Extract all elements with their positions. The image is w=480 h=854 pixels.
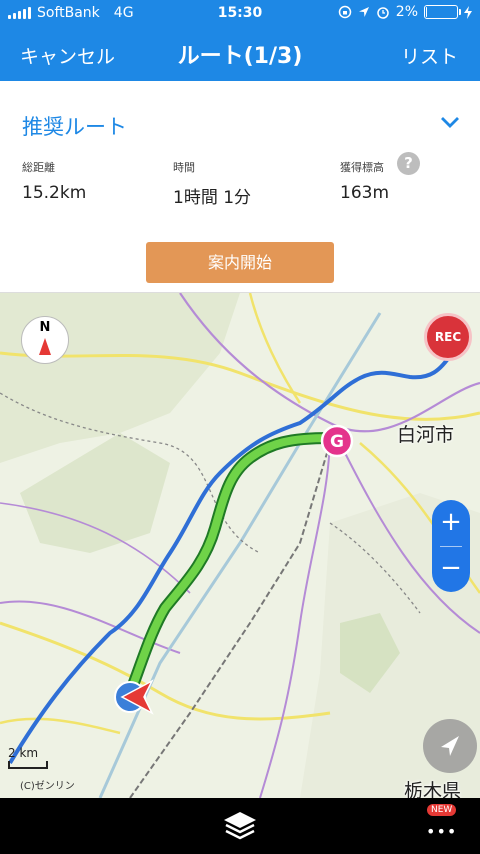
start-guidance-button[interactable]: 案内開始 xyxy=(146,242,334,283)
elevation-value: 163m xyxy=(340,183,390,203)
navigation-arrow-icon xyxy=(441,736,459,756)
compass-north-label: N xyxy=(39,320,51,335)
route-name[interactable]: 推奨ルート xyxy=(22,111,127,141)
elevation-label: 獲得標高 xyxy=(340,161,384,174)
cancel-button[interactable]: キャンセル xyxy=(20,42,115,69)
distance-label: 総距離 xyxy=(22,161,55,174)
more-menu-button[interactable]: NEW ••• xyxy=(420,804,460,846)
chevron-down-icon[interactable] xyxy=(440,115,460,129)
orientation-lock-icon xyxy=(338,5,352,19)
charging-bolt-icon xyxy=(464,5,472,19)
scale-label: 2 km xyxy=(8,746,39,760)
layers-icon[interactable] xyxy=(220,809,260,843)
prefecture-label: 栃木県 xyxy=(404,780,462,798)
zoom-out-button[interactable]: − xyxy=(432,546,470,592)
status-bar: SoftBank 4G 15:30 2% xyxy=(0,0,480,26)
time-label: 時間 xyxy=(173,161,195,174)
zoom-control: + − xyxy=(432,500,470,592)
zoom-in-button[interactable]: + xyxy=(432,500,470,546)
location-arrow-icon xyxy=(358,7,369,17)
distance-value: 15.2km xyxy=(22,183,87,203)
elevation-stat: 獲得標高 163m xyxy=(340,159,389,203)
map-copyright: (C)ゼンリン xyxy=(20,781,75,792)
more-dots-icon: ••• xyxy=(426,822,458,841)
map-canvas xyxy=(0,293,480,798)
compass-needle-icon xyxy=(39,338,51,355)
current-location-button[interactable] xyxy=(423,719,477,773)
battery-percent: 2% xyxy=(395,4,418,20)
map-view[interactable]: G 白河市 栃木県 N REC + − 2 km (C)ゼンリン xyxy=(0,293,480,798)
bottom-toolbar: NEW ••• xyxy=(0,798,480,854)
battery-icon xyxy=(424,5,461,19)
record-button[interactable]: REC xyxy=(424,313,472,361)
top-bar: SoftBank 4G 15:30 2% キャンセル ルート(1/3) リスト xyxy=(0,0,480,81)
scale-bar xyxy=(8,761,48,769)
time-stat: 時間 1時間 1分 xyxy=(173,159,251,208)
goal-marker[interactable]: G xyxy=(320,424,354,458)
compass-button[interactable]: N xyxy=(21,316,69,364)
new-badge: NEW xyxy=(427,804,457,816)
route-summary-panel: 推奨ルート 河市 総距離 15.2km 時間 1時間 1分 獲得標高 163m … xyxy=(0,81,480,293)
goal-label: G xyxy=(330,432,344,452)
help-icon[interactable]: ? xyxy=(397,152,420,175)
list-button[interactable]: リスト xyxy=(401,42,458,69)
time-value: 1時間 1分 xyxy=(173,188,252,208)
alarm-icon xyxy=(377,7,389,19)
navigation-bar: キャンセル ルート(1/3) リスト xyxy=(0,26,480,81)
city-label: 白河市 xyxy=(397,424,455,446)
distance-stat: 総距離 15.2km xyxy=(22,159,86,203)
